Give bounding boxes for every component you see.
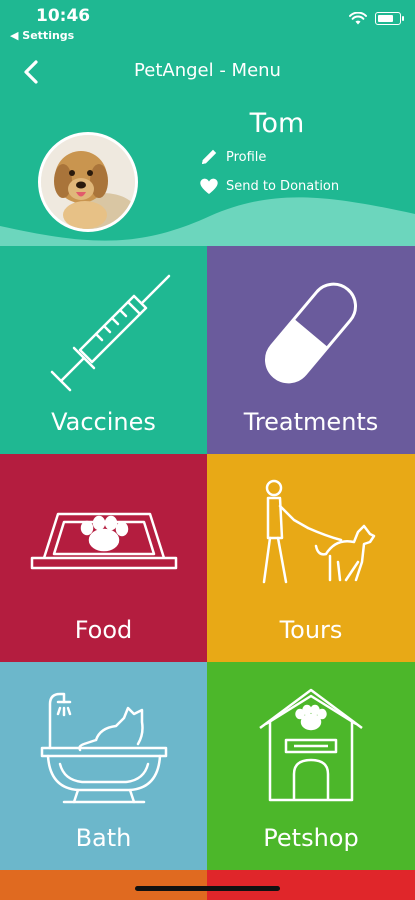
- treatments-tile[interactable]: Treatments: [207, 246, 415, 454]
- bathtub-icon: [40, 692, 167, 804]
- avatar[interactable]: [38, 132, 138, 232]
- syringe-icon: [50, 274, 170, 392]
- petshop-tile[interactable]: Petshop: [207, 662, 415, 870]
- page-title: PetAngel - Menu: [134, 60, 281, 81]
- next-tiles-strip: [0, 870, 415, 900]
- profile-link[interactable]: Profile: [198, 146, 266, 168]
- navigation-bar: PetAngel - Menu: [0, 46, 415, 98]
- profile-header: Tom Profile Send to Donation: [0, 98, 415, 246]
- petshop-label: Petshop: [263, 824, 359, 852]
- battery-icon: [375, 12, 404, 25]
- wifi-icon: [349, 12, 367, 25]
- dog-photo: [41, 135, 135, 229]
- profile-link-label: Profile: [226, 149, 267, 165]
- status-bar: 10:46 ◀ Settings: [0, 0, 415, 46]
- vaccines-tile[interactable]: Vaccines: [0, 246, 207, 454]
- system-icons: [349, 12, 404, 25]
- donation-link-label: Send to Donation: [226, 178, 340, 194]
- pet-house-icon: [259, 688, 363, 802]
- treatments-label: Treatments: [243, 408, 379, 436]
- back-to-settings-link[interactable]: ◀ Settings: [10, 29, 74, 42]
- status-time: 10:46: [36, 6, 91, 26]
- dog-walk-icon: [262, 479, 376, 584]
- next-tile-left[interactable]: [0, 870, 207, 900]
- bath-label: Bath: [75, 824, 132, 852]
- pencil-icon: [202, 149, 217, 164]
- heart-icon: [200, 178, 218, 194]
- donation-link[interactable]: Send to Donation: [198, 175, 339, 197]
- user-name: Tom: [249, 108, 305, 139]
- menu-grid: Vaccines Treatments Food Tours Bath Pets…: [0, 246, 415, 870]
- tours-tile[interactable]: Tours: [207, 454, 415, 662]
- next-tile-right[interactable]: [207, 870, 415, 900]
- vaccines-label: Vaccines: [51, 408, 156, 436]
- food-label: Food: [74, 616, 133, 644]
- home-indicator[interactable]: [135, 886, 280, 891]
- pill-icon: [265, 282, 357, 384]
- tours-label: Tours: [279, 616, 343, 644]
- food-bowl-icon: [30, 512, 177, 570]
- food-tile[interactable]: Food: [0, 454, 207, 662]
- bath-tile[interactable]: Bath: [0, 662, 207, 870]
